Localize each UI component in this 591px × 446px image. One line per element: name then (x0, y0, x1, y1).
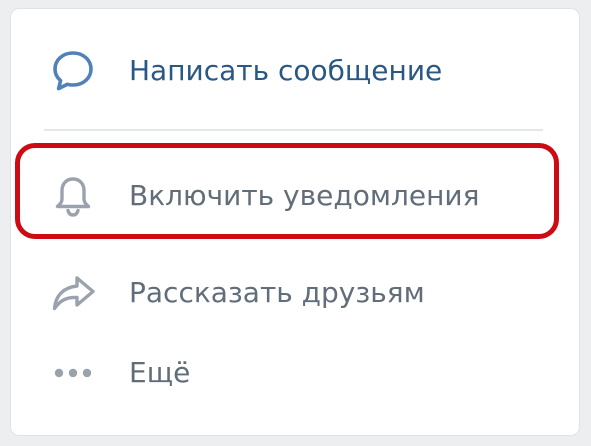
menu-divider (44, 129, 543, 131)
share-arrow-icon (49, 269, 97, 317)
bell-icon (49, 172, 97, 220)
enable-notifications-label: Включить уведомления (129, 179, 480, 212)
tell-friends-item[interactable]: Рассказать друзьям (11, 263, 579, 323)
enable-notifications-item[interactable]: Включить уведомления (11, 166, 579, 226)
actions-card: Написать сообщение Включить уведомления … (10, 8, 580, 436)
more-item[interactable]: Ещё (11, 343, 579, 403)
more-label: Ещё (129, 356, 191, 389)
message-bubble-icon (49, 47, 97, 95)
tell-friends-label: Рассказать друзьям (129, 276, 425, 309)
send-message-item[interactable]: Написать сообщение (11, 41, 579, 101)
more-dots-icon (49, 349, 97, 397)
send-message-label: Написать сообщение (129, 54, 443, 87)
